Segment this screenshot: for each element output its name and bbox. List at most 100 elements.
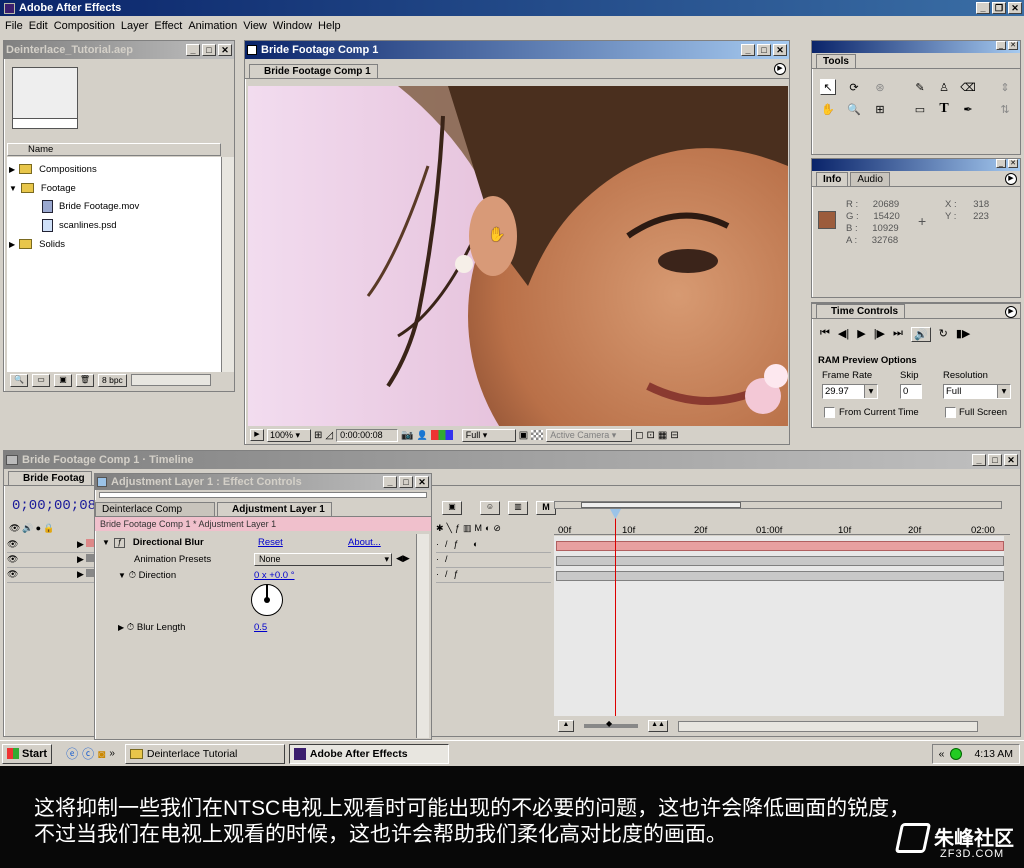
resolution-select[interactable]: Full ▾ (943, 384, 1011, 399)
menu-composition[interactable]: Composition (51, 20, 118, 32)
project-column-header[interactable]: Name (7, 143, 221, 156)
channel-icon[interactable] (430, 430, 453, 440)
layer-bar-2[interactable] (556, 556, 1004, 566)
project-hscroll[interactable] (130, 374, 211, 386)
menu-animation[interactable]: Animation (185, 20, 240, 32)
tab-info[interactable]: Info (816, 172, 849, 186)
animation-presets-dropdown[interactable]: None ▾ (254, 553, 392, 566)
mask-icon[interactable]: ◿ (325, 430, 333, 441)
twirl-right-icon[interactable]: ▶ (9, 165, 15, 174)
info-minimize-button[interactable]: _ (996, 159, 1006, 168)
quicklaunch-ie-icon[interactable]: ⓔ (66, 745, 78, 762)
camera-dropdown[interactable]: Active Camera ▾ (546, 428, 633, 442)
network-icon[interactable] (950, 748, 963, 760)
tool-pen-add-icon[interactable]: ✒ (960, 101, 976, 117)
timeline-maximize-button[interactable]: □ (988, 454, 1002, 466)
time-zoom-slider[interactable]: ◆ (584, 719, 638, 728)
shy-layers-icon[interactable]: ☺ (480, 501, 500, 515)
always-preview-icon[interactable]: ▶ (250, 429, 264, 441)
new-comp-icon[interactable]: ▣ (54, 373, 72, 387)
quicklaunch-outlook-icon[interactable]: ⓒ (82, 745, 94, 762)
safe-margins-icon[interactable]: ⊞ (314, 430, 322, 441)
switch-row-3[interactable]: ·/ƒ (436, 569, 551, 583)
time-controls-menu-icon[interactable]: ▶ (1005, 306, 1017, 318)
layer-row-2[interactable]: 👁 ▶ (7, 554, 97, 568)
timeline-close-button[interactable]: ✕ (1004, 454, 1018, 466)
timeline-timecode[interactable]: 0;00;00;08 (12, 498, 96, 514)
zoom-dropdown[interactable]: 100% ▾ (267, 428, 311, 442)
show-snapshot-icon[interactable]: 👤 (417, 430, 428, 441)
project-minimize-button[interactable]: _ (186, 44, 200, 56)
tool-axis-icon[interactable]: ⇕ (997, 79, 1013, 95)
project-item-footage[interactable]: ▼ Footage (9, 181, 76, 195)
menu-edit[interactable]: Edit (26, 20, 51, 32)
tab-tools[interactable]: Tools (816, 54, 856, 68)
tool-world-axis-icon[interactable]: ⇅ (997, 101, 1013, 117)
tools-minimize-button[interactable]: _ (996, 41, 1006, 50)
motion-blur-icon[interactable]: M (536, 501, 556, 515)
pixel-aspect-icon[interactable]: ⊡ (647, 430, 655, 441)
comp-timecode[interactable]: 0:00:00:08 (336, 428, 399, 442)
project-item-compositions[interactable]: ▶ Compositions (9, 162, 97, 176)
snapshot-icon[interactable]: 📷 (401, 430, 413, 441)
quicklaunch-media-icon[interactable]: ◙ (98, 747, 105, 761)
taskbar-item-deinterlace[interactable]: Deinterlace Tutorial (124, 743, 285, 764)
project-maximize-button[interactable]: □ (202, 44, 216, 56)
project-scrollbar[interactable] (221, 157, 234, 372)
taskbar-item-after-effects[interactable]: Adobe After Effects (288, 743, 449, 764)
comp-settings-icon[interactable]: ⊟ (670, 430, 678, 441)
project-item-bride-footage[interactable]: Bride Footage.mov (42, 199, 139, 213)
tray-expand-icon[interactable]: « (939, 748, 945, 760)
tab-deinterlace-comp[interactable]: Deinterlace Comp (95, 502, 215, 516)
project-close-button[interactable]: ✕ (218, 44, 232, 56)
tool-zoom-icon[interactable]: 🔍 (846, 101, 862, 117)
zoom-out-icon[interactable]: ▲ (558, 720, 574, 732)
previous-frame-icon[interactable]: ◀| (838, 327, 849, 342)
panel-menu-icon[interactable]: ▶ (774, 63, 786, 75)
effects-close-button[interactable]: ✕ (415, 476, 429, 488)
blur-length-value[interactable]: 0.5 (254, 622, 267, 633)
menu-layer[interactable]: Layer (118, 20, 152, 32)
direction-row[interactable]: ▼ ⏱ Direction (118, 570, 176, 584)
effects-maximize-button[interactable]: □ (399, 476, 413, 488)
find-icon[interactable]: 🔍 (10, 373, 28, 387)
tool-rectangle-mask-icon[interactable]: ▭ (912, 101, 928, 117)
from-current-checkbox[interactable] (824, 407, 835, 418)
roi-icon[interactable]: ▣ (519, 430, 528, 441)
tool-text-icon[interactable]: T (936, 101, 952, 117)
tool-clone-stamp-icon[interactable]: ♙ (936, 79, 952, 95)
tab-bride-footage-comp[interactable]: Bride Footage Comp 1 (249, 64, 378, 78)
transparency-grid-icon[interactable] (531, 430, 544, 440)
comp-viewer[interactable]: ✋ (248, 86, 788, 426)
twirl-down-icon[interactable]: ▼ (9, 184, 17, 193)
twirl-right-icon[interactable]: ▶ (9, 240, 15, 249)
new-folder-icon[interactable]: ▭ (32, 373, 50, 387)
zoom-in-icon[interactable]: ▲▲ (648, 720, 668, 732)
resolution-dropdown[interactable]: Full ▾ (461, 428, 516, 442)
switch-row-1[interactable]: ·/ƒ ◐ (436, 539, 551, 553)
direction-value[interactable]: 0 x +0.0 ° (254, 570, 295, 581)
effects-minimize-button[interactable]: _ (383, 476, 397, 488)
full-screen-checkbox[interactable] (945, 407, 956, 418)
tab-timeline-comp[interactable]: Bride Footag (8, 471, 92, 485)
blur-length-row[interactable]: ▶ ⏱ Blur Length (118, 622, 185, 636)
tool-selection-icon[interactable]: ↖ (820, 79, 836, 95)
layer-bar-3[interactable] (556, 571, 1004, 581)
tool-rotate-icon[interactable]: ⟳ (846, 79, 862, 95)
quicklaunch-more-icon[interactable]: » (109, 748, 115, 759)
trash-icon[interactable]: 🗑 (76, 373, 94, 387)
close-button[interactable]: ✕ (1008, 2, 1022, 14)
timeline-minimize-button[interactable]: _ (972, 454, 986, 466)
bpc-button[interactable]: 8 bpc (98, 373, 127, 387)
project-item-scanlines[interactable]: scanlines.psd (42, 218, 117, 232)
tool-pen-icon[interactable]: ✎ (912, 79, 928, 95)
comp-maximize-button[interactable]: □ (757, 44, 771, 56)
skip-field[interactable]: 0 (900, 384, 922, 399)
start-button[interactable]: Start (2, 743, 53, 764)
menu-file[interactable]: File (2, 20, 26, 32)
comp-close-button[interactable]: ✕ (773, 44, 787, 56)
preset-nav-icon[interactable]: ◀▶ (396, 553, 410, 564)
frame-rate-dropdown[interactable]: 29.97 ▾ (822, 384, 878, 399)
next-frame-icon[interactable]: |▶ (874, 327, 885, 342)
layer-row-3[interactable]: 👁 ▶ (7, 569, 97, 583)
